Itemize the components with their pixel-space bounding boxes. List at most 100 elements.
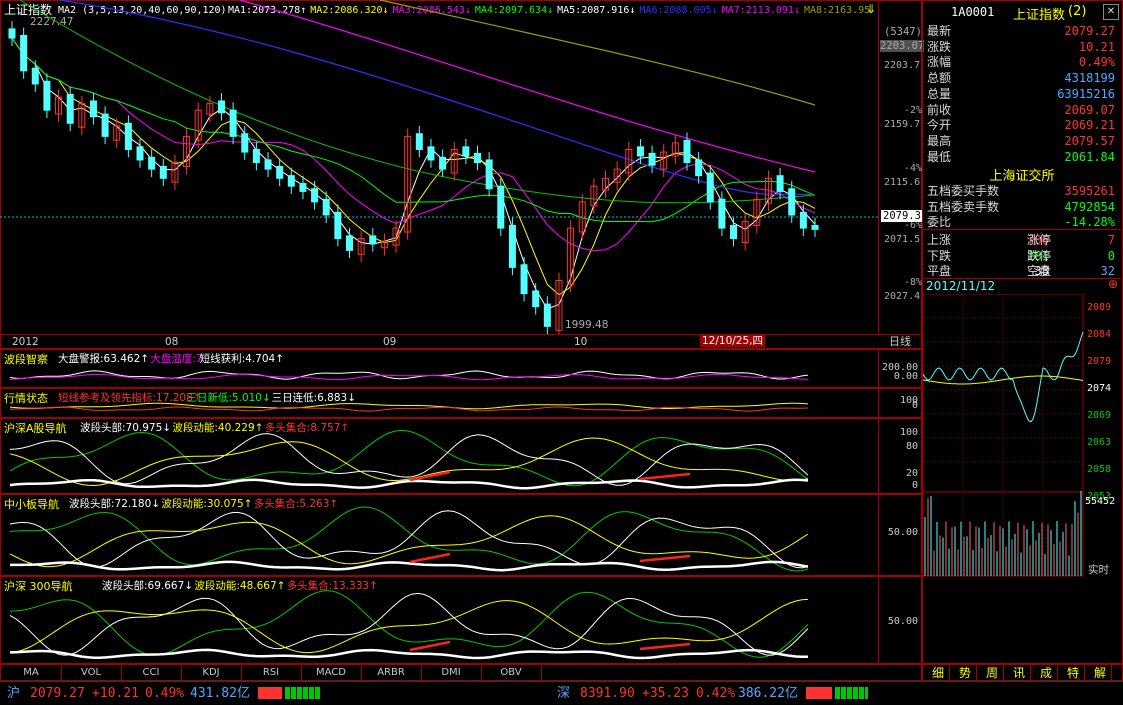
- right-tab-0[interactable]: 细: [927, 665, 950, 681]
- osc-line: [9, 506, 809, 572]
- indicator-plot[interactable]: [0, 349, 870, 388]
- sz-change: +35.23: [642, 686, 689, 701]
- indicator-axis-tick: 50.00: [887, 616, 918, 627]
- indicator-plot[interactable]: [0, 388, 870, 418]
- quote-suffix: (2): [1068, 4, 1087, 19]
- bottom-line: [9, 648, 808, 660]
- candle-body: [101, 113, 109, 137]
- price-tick-value: 2115.6: [884, 177, 921, 188]
- candle-body: [462, 146, 470, 157]
- price-tick-value: 2071.5: [884, 234, 921, 245]
- tab-cci[interactable]: CCI: [121, 665, 182, 680]
- sh-price: 2079.27: [30, 686, 85, 701]
- date-axis: [0, 334, 922, 349]
- indicator-plot[interactable]: [0, 576, 870, 664]
- sz-amount: 386.22亿: [738, 686, 798, 701]
- candle-body: [31, 67, 39, 85]
- tab-macd[interactable]: MACD: [301, 665, 362, 680]
- candle-body: [241, 133, 249, 153]
- candle-body: [136, 146, 144, 161]
- bull-segment: [409, 640, 691, 652]
- tab-obv[interactable]: OBV: [481, 665, 542, 680]
- candle-body: [532, 290, 540, 308]
- osc-line: [9, 437, 809, 487]
- period-label[interactable]: 日线: [889, 336, 911, 348]
- candle-body: [217, 100, 225, 114]
- candle-body: [415, 133, 423, 150]
- date-cursor: 12/10/25,四: [700, 335, 765, 347]
- sh-pct: 0.49%: [145, 686, 185, 701]
- tab-rsi[interactable]: RSI: [241, 665, 302, 680]
- candle-body: [776, 175, 784, 192]
- indicator-axis-tick: 0: [911, 400, 918, 411]
- tab-ma[interactable]: MA: [1, 665, 62, 680]
- sz-price: 8391.90: [580, 686, 635, 701]
- tab-arbr[interactable]: ARBR: [361, 665, 422, 680]
- intraday-tick: 2063: [1087, 437, 1111, 448]
- intraday-tick: 2074: [1087, 383, 1111, 394]
- intraday-tick: 2069: [1087, 410, 1111, 421]
- candle-body: [322, 198, 330, 216]
- candle-body: [497, 185, 505, 229]
- intraday-chart[interactable]: 2089208420792074206920632058205355452: [923, 294, 1121, 664]
- candle-body: [811, 224, 819, 230]
- indicator-plot[interactable]: [0, 494, 870, 576]
- candle-body: [311, 188, 319, 203]
- date-label-10: 10: [574, 336, 588, 348]
- ma-line: [11, 37, 816, 310]
- candle-body: [369, 235, 377, 245]
- date-label-08: 08: [165, 336, 179, 348]
- crosshair-icon[interactable]: ⊕: [1108, 278, 1118, 290]
- candle-body: [485, 159, 493, 190]
- indicator-tab-bar: MA VOL CCI KDJ RSI MACD ARBR DMI OBV: [0, 664, 922, 681]
- indicator-axis-divider: [878, 494, 879, 576]
- osc-line: [9, 429, 809, 487]
- close-icon[interactable]: ✕: [1103, 4, 1119, 20]
- candle-body: [8, 28, 16, 39]
- sz-pct: 0.42%: [696, 686, 736, 701]
- indicator-plot[interactable]: [0, 418, 870, 494]
- candle-body: [264, 159, 272, 170]
- intraday-tick: 2058: [1087, 464, 1111, 475]
- candle-body: [43, 80, 51, 111]
- price-tick-value: 2159.7: [884, 119, 921, 130]
- indicator-axis-divider: [878, 388, 879, 418]
- right-tab-4[interactable]: 成: [1035, 665, 1058, 681]
- tab-dmi[interactable]: DMI: [421, 665, 482, 680]
- sh-breadth-bar: [258, 687, 320, 699]
- right-tab-6[interactable]: 解: [1089, 665, 1112, 681]
- candle-body: [799, 211, 807, 229]
- candle-body: [345, 235, 353, 251]
- sh-change: +10.21: [92, 686, 139, 701]
- candle-body: [706, 172, 714, 203]
- indicator-axis-divider: [878, 349, 879, 388]
- candle-body: [334, 211, 342, 240]
- candle-body: [636, 146, 644, 157]
- intraday-date: 2012/11/12: [926, 279, 996, 293]
- osc-line: [9, 406, 809, 412]
- axis-top-badge: (5347): [884, 26, 922, 38]
- right-tab-1[interactable]: 势: [954, 665, 977, 681]
- quote-name: 上证指数: [1013, 8, 1066, 23]
- right-tab-5[interactable]: 特: [1062, 665, 1085, 681]
- candle-body: [683, 139, 691, 164]
- candle-body: [276, 165, 284, 179]
- indicator-axis-tick: 0.00: [893, 371, 918, 382]
- sh-prefix: 沪: [7, 686, 21, 701]
- intraday-tick: 2079: [1087, 356, 1111, 367]
- candle-body: [648, 152, 656, 166]
- high-label: 2227.47: [30, 16, 74, 28]
- right-tab-bar: 细势周讯成特解: [922, 664, 1123, 681]
- date-label-09: 09: [383, 336, 397, 348]
- candle-body: [718, 198, 726, 229]
- intraday-tick: 2089: [1087, 302, 1111, 313]
- right-tab-2[interactable]: 周: [981, 665, 1004, 681]
- candle-body: [299, 183, 307, 192]
- tab-vol[interactable]: VOL: [61, 665, 122, 680]
- right-tab-3[interactable]: 讯: [1008, 665, 1031, 681]
- osc-line: [9, 590, 809, 658]
- quote-row-label: 最低: [927, 149, 952, 164]
- tab-kdj[interactable]: KDJ: [181, 665, 242, 680]
- candle-body: [520, 264, 528, 295]
- candlestick-chart[interactable]: [0, 0, 878, 334]
